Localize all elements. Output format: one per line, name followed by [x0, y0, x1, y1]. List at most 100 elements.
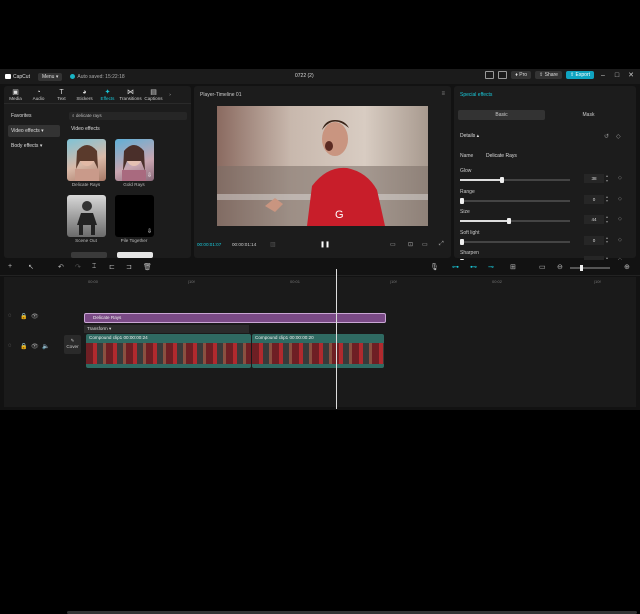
category-video-effects[interactable]: Video effects ▾ — [8, 125, 60, 137]
tab-basic[interactable]: Basic — [458, 110, 545, 120]
tool-tab-stickers[interactable]: ◕ Stickers — [73, 86, 96, 103]
track-toggle-icon[interactable]: ◌ — [8, 343, 12, 349]
keyframe-icon[interactable]: ◇ — [618, 196, 622, 202]
redo-icon[interactable]: ↷ — [75, 263, 81, 271]
param-value-input[interactable]: 0 — [584, 194, 604, 204]
effect-clip-delicate-rays[interactable]: Delicate Rays — [84, 313, 386, 323]
video-clip-2[interactable]: Compound clip1 00:00:00:20 — [252, 334, 384, 368]
ratio-icon[interactable]: ▭ — [390, 241, 396, 248]
param-value-input[interactable]: 0 — [584, 235, 604, 245]
param-slider[interactable] — [460, 238, 570, 245]
share-button[interactable]: ⇪ Share — [535, 71, 562, 79]
split-left-icon[interactable]: ⊏ — [109, 263, 115, 271]
param-label: Sharpen — [460, 250, 479, 256]
minimize-icon[interactable]: – — [598, 72, 608, 79]
timeline-panel: 00:00 |10f 00:01 |10f 00:02 |10f ◌ 🔒 👁 Delica… — [4, 277, 637, 614]
export-button[interactable]: ⇧ Export — [565, 71, 594, 79]
slider-knob[interactable] — [460, 238, 464, 245]
effects-search-input[interactable]: ⌕ delicate rays — [69, 112, 187, 120]
value-stepper[interactable]: ▴▾ — [606, 173, 608, 183]
cover-button[interactable]: ✎ Cover — [64, 335, 81, 354]
maximize-icon[interactable]: □ — [612, 72, 622, 79]
close-icon[interactable]: ✕ — [626, 71, 636, 79]
tool-tab-transitions[interactable]: ⋈ Transitions — [119, 86, 142, 103]
pro-label: Pro — [519, 72, 528, 78]
delete-icon[interactable]: 🗑 — [143, 263, 152, 271]
slider-knob[interactable] — [500, 177, 505, 183]
effect-thumb-pile-together[interactable]: ⇩ — [115, 195, 154, 237]
tool-tab-effects[interactable]: ✦ Effects — [96, 86, 119, 103]
timeline-grid-icon[interactable]: ▥ — [270, 241, 276, 248]
effect-thumb-gold-rays[interactable]: ⇩ — [115, 139, 154, 181]
split-view-icon[interactable]: ⊞ — [510, 263, 516, 271]
param-slider[interactable] — [460, 218, 570, 224]
eye-icon[interactable]: 👁 — [31, 313, 39, 320]
zoom-out-icon[interactable]: ⊖ — [557, 263, 563, 271]
lock-icon[interactable]: 🔒 — [20, 313, 27, 320]
add-icon[interactable]: + — [8, 263, 12, 270]
audio-icon[interactable]: 🔈 — [42, 343, 49, 350]
param-slider[interactable] — [460, 197, 570, 204]
fit-icon[interactable]: ⊡ — [408, 241, 413, 248]
tool-tab-audio[interactable]: ◔ Audio — [27, 86, 50, 103]
playhead[interactable] — [336, 269, 337, 409]
shortcuts-icon[interactable] — [498, 71, 508, 79]
undo-icon[interactable]: ↶ — [58, 263, 64, 271]
ruler-tick: 00:00 — [88, 279, 99, 284]
effect-thumb-delicate-rays[interactable] — [67, 139, 106, 181]
value-stepper[interactable]: ▴▾ — [606, 214, 608, 224]
slider-knob[interactable] — [460, 197, 464, 204]
more-tools-icon[interactable]: › — [165, 86, 175, 103]
keyframe-icon[interactable]: ◇ — [618, 237, 622, 243]
tool-tab-media[interactable]: ▣ Media — [4, 86, 27, 103]
param-value-input[interactable]: 44 — [584, 215, 604, 224]
value-stepper[interactable]: ▴▾ — [606, 235, 608, 245]
player-menu-icon[interactable]: ≡ — [441, 91, 445, 97]
ratio-select-icon[interactable]: ▭ — [422, 241, 428, 248]
pause-icon[interactable]: ❚❚ — [320, 241, 330, 248]
reset-icon[interactable]: ↺ — [604, 133, 609, 140]
time-ruler[interactable]: 00:00 |10f 00:01 |10f 00:02 |10f — [60, 277, 636, 287]
param-slider[interactable] — [460, 177, 570, 183]
split-icon[interactable]: ⌶ — [92, 263, 96, 271]
layout-icon[interactable] — [485, 71, 495, 79]
fullscreen-icon[interactable]: ⤢ — [439, 241, 444, 248]
tab-mask[interactable]: Mask — [545, 110, 632, 120]
tool-tab-captions[interactable]: ▤ Captions — [142, 86, 165, 103]
keyframe-icon[interactable]: ◇ — [616, 133, 621, 140]
param-value-input[interactable]: 38 — [584, 174, 604, 183]
zoom-fit-icon[interactable]: ▭ — [539, 263, 546, 271]
category-label: Body effects — [11, 143, 39, 149]
transform-bar[interactable]: Transform ▾ — [84, 325, 249, 333]
preview-axis-icon[interactable]: ⊸ — [488, 263, 494, 271]
keyframe-icon[interactable]: ◇ — [618, 175, 622, 181]
name-value: Delicate Rays — [486, 153, 517, 159]
svg-text:⇩: ⇩ — [147, 228, 152, 235]
magnet-icon[interactable]: ⊶ — [452, 263, 459, 271]
tool-tab-label: Stickers — [76, 95, 93, 101]
track-toggle-icon[interactable]: ◌ — [8, 313, 12, 319]
lock-icon[interactable]: 🔒 — [20, 343, 27, 350]
pro-button[interactable]: ♦ Pro — [511, 71, 532, 79]
zoom-in-icon[interactable]: ⊕ — [624, 263, 630, 271]
keyframe-icon[interactable]: ◇ — [618, 216, 622, 222]
menu-button[interactable]: Menu ▾ — [37, 72, 63, 81]
zoom-slider[interactable] — [570, 265, 610, 271]
video-preview[interactable]: G — [217, 106, 428, 226]
zoom-knob[interactable] — [580, 265, 583, 271]
eye-icon[interactable]: 👁 — [31, 343, 39, 350]
category-favorites[interactable]: Favorites — [8, 110, 60, 122]
split-right-icon[interactable]: ⊐ — [126, 263, 132, 271]
video-clip-1[interactable]: Compound clip1 00:00:00:24 — [86, 334, 251, 368]
microphone-icon[interactable]: 🎙 — [430, 263, 439, 271]
audio-icon: ◔ — [36, 88, 41, 96]
slider-knob[interactable] — [506, 218, 511, 224]
link-icon[interactable]: ⊷ — [470, 263, 477, 271]
details-toggle[interactable]: Details ▴ — [460, 133, 479, 139]
value-stepper[interactable]: ▴▾ — [606, 194, 608, 204]
title-bar: CapCut Menu ▾ Auto saved: 15:22:18 0722 … — [0, 69, 640, 84]
select-tool-icon[interactable]: ↖ — [28, 263, 34, 271]
tool-tab-text[interactable]: T Text — [50, 86, 73, 103]
effect-thumb-scene-out[interactable] — [67, 195, 106, 237]
category-body-effects[interactable]: Body effects ▾ — [8, 140, 60, 152]
